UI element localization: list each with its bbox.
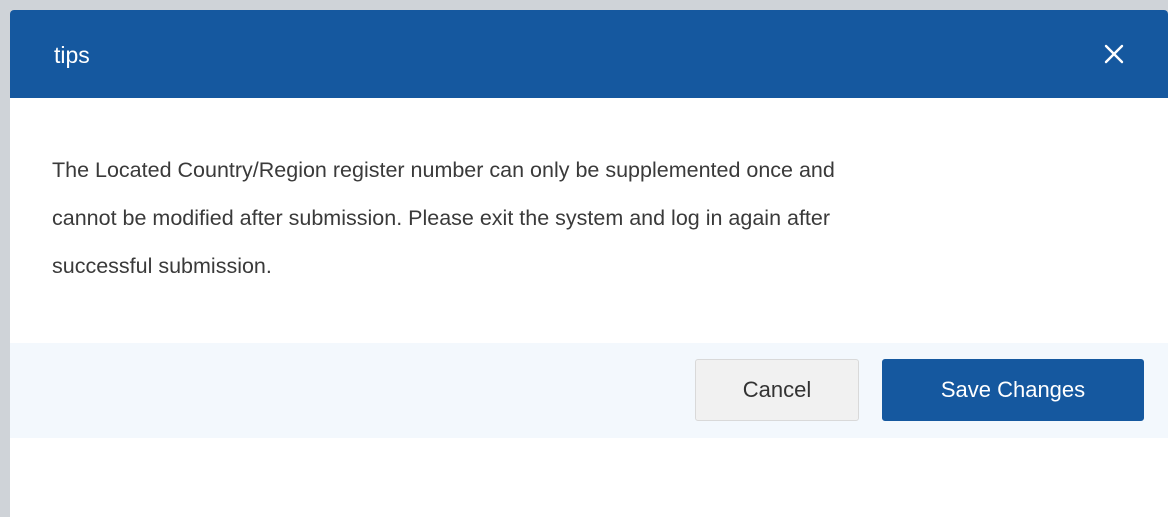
dialog-title: tips [54, 42, 90, 68]
message-line: cannot be modified after submission. Ple… [52, 206, 831, 230]
dialog-footer: Cancel Save Changes [10, 343, 1168, 438]
dialog-header: tips [10, 10, 1168, 98]
save-changes-button[interactable]: Save Changes [882, 359, 1144, 421]
close-button[interactable] [1095, 35, 1133, 73]
close-icon [1104, 44, 1124, 64]
cancel-button[interactable]: Cancel [695, 359, 859, 421]
dialog-message: The Located Country/Region register numb… [52, 146, 1138, 290]
message-line: successful submission. [52, 254, 272, 278]
message-line: The Located Country/Region register numb… [52, 158, 835, 182]
tips-dialog: tips The Located Country/Region register… [10, 10, 1168, 517]
